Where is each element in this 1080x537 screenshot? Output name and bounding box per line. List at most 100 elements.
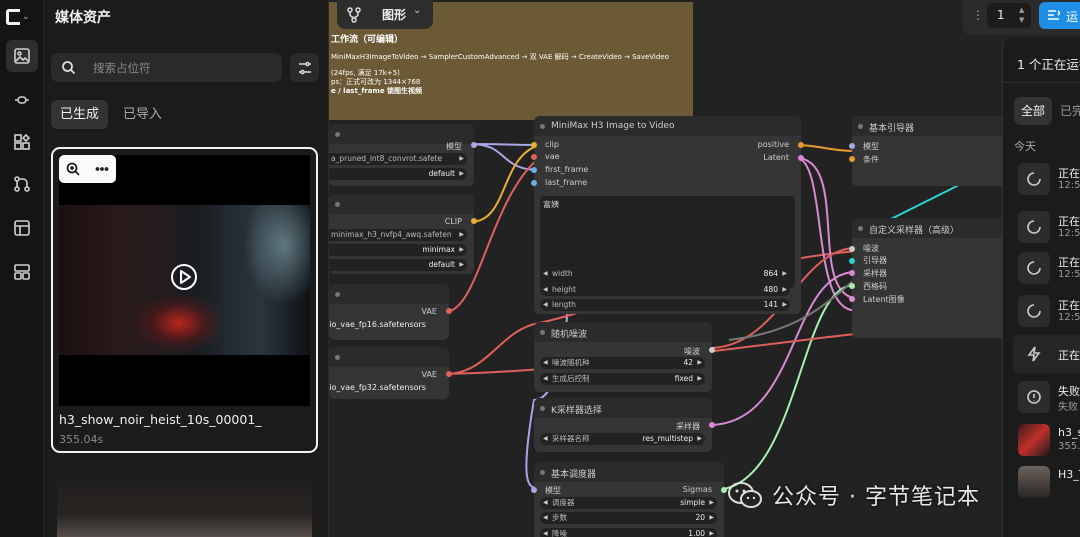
vae-loader-node-2[interactable]: VAE lio_vae_fp32.safetensors xyxy=(329,347,452,399)
clip-loader-node[interactable]: CLIP minimax_h3_nvfp4_awq.safeten minima… xyxy=(329,194,477,274)
custom-sampler-node[interactable]: 自定义采样器（高级） 噪波 引导器 采样器 西格码 Latent图像 降 xyxy=(849,218,1018,338)
tab-all[interactable]: 全部 xyxy=(1014,97,1052,125)
random-noise-node[interactable]: 随机噪波 噪波 噪波随机种 42 生成后控制 fixed xyxy=(534,322,715,392)
node-title[interactable]: 基本引导器 xyxy=(852,116,1012,136)
widget-value[interactable]: lio_vae_fp16.safetensors xyxy=(329,320,426,329)
output-socket[interactable] xyxy=(471,142,477,148)
output-label: Sigmas xyxy=(682,485,712,494)
run-button[interactable]: 运 xyxy=(1039,2,1080,29)
input-socket[interactable] xyxy=(531,180,537,186)
batch-count-stepper[interactable]: 1 ▲ ▼ xyxy=(987,3,1031,28)
widget-seed[interactable]: 噪波随机种 42 xyxy=(540,357,705,369)
widget-length[interactable]: length 141 xyxy=(540,299,790,311)
image-to-video-node[interactable]: MiniMax H3 Image to Video clip vae first… xyxy=(531,116,804,314)
widget-sampler-name[interactable]: 采样器名称 res_multistep xyxy=(540,433,705,445)
graph-mode-dropdown[interactable]: 图形 ⌄ xyxy=(337,0,433,29)
templates-icon[interactable] xyxy=(6,212,38,244)
widget-control[interactable]: 生成后控制 fixed xyxy=(540,373,705,385)
widget-height[interactable]: height 480 xyxy=(540,284,790,296)
node-title[interactable]: 自定义采样器（高级） xyxy=(852,218,1012,238)
input-socket[interactable] xyxy=(531,154,537,160)
input-socket[interactable] xyxy=(849,143,855,149)
ksampler-select-node[interactable]: K采样器选择 采样器 采样器名称 res_multistep xyxy=(534,398,715,452)
widget-denoise[interactable]: 降噪 1.00 xyxy=(540,528,717,537)
widget[interactable]: default xyxy=(329,168,467,180)
media-card[interactable]: h3_show_noir_heist_10s_00001_ 355.04s xyxy=(51,147,318,453)
icon-rail: ⌄ xyxy=(0,0,44,537)
queue-panel: 1 个正在运行 全部 已完 今天 正在 12:57 正在 12:57 正在 12… xyxy=(1002,38,1080,537)
spinner-icon xyxy=(1018,163,1050,195)
basic-guider-node[interactable]: 基本引导器 模型 条件 引 xyxy=(849,116,1018,186)
output-socket[interactable] xyxy=(709,347,715,353)
output-label: 采样器 xyxy=(676,422,700,431)
nodes-library-icon[interactable] xyxy=(6,84,38,116)
widget[interactable]: minimax_h3_nvfp4_awq.safeten xyxy=(329,229,467,241)
node-title[interactable]: 基本调度器 xyxy=(534,462,724,482)
decrement-icon[interactable]: ▼ xyxy=(1019,16,1024,24)
output-socket[interactable] xyxy=(446,308,452,314)
widget-scheduler[interactable]: 调度器 simple xyxy=(540,497,717,509)
widget[interactable]: minimax xyxy=(329,244,467,256)
app-logo[interactable]: ⌄ xyxy=(6,6,38,28)
video-thumbnail[interactable] xyxy=(59,155,310,406)
input-socket[interactable] xyxy=(849,283,855,289)
media-card-next[interactable] xyxy=(57,467,312,537)
output-socket[interactable] xyxy=(446,371,452,377)
output-socket[interactable] xyxy=(798,155,804,161)
widget[interactable]: a_pruned_int8_convrot.safete xyxy=(329,153,467,165)
tab-completed[interactable]: 已完 xyxy=(1060,102,1080,119)
media-assets-icon[interactable] xyxy=(6,40,38,72)
queue-item[interactable]: 正在 12:57 xyxy=(1013,208,1080,246)
input-socket[interactable] xyxy=(849,156,855,162)
queue-item[interactable]: 正在 12:57 xyxy=(1013,249,1080,287)
output-socket[interactable] xyxy=(798,142,804,148)
output-socket[interactable] xyxy=(709,422,715,428)
input-socket[interactable] xyxy=(849,246,855,252)
graph-canvas[interactable]: 工作流（可编辑） MiniMaxH3ImageToVideo → Sampler… xyxy=(329,0,1080,537)
search-input[interactable]: 搜索占位符 xyxy=(51,53,282,82)
widget-value[interactable]: lio_vae_fp32.safetensors xyxy=(329,383,426,392)
increment-icon[interactable]: ▲ xyxy=(1019,6,1024,14)
widget-value: 42 xyxy=(683,358,693,367)
vae-loader-node[interactable]: VAE lio_vae_fp16.safetensors xyxy=(329,284,452,340)
graph-icon xyxy=(347,7,361,23)
extensions-icon[interactable] xyxy=(6,126,38,158)
model-loader-node[interactable]: 模型 a_pruned_int8_convrot.safete default xyxy=(329,124,477,186)
input-label: 噪波 xyxy=(863,244,879,253)
node-title[interactable]: 随机噪波 xyxy=(534,322,712,342)
zoom-in-icon[interactable] xyxy=(66,162,80,176)
widget[interactable]: default xyxy=(329,259,467,271)
widget-width[interactable]: width 864 xyxy=(540,268,790,280)
tab-imported[interactable]: 已导入 xyxy=(114,100,171,129)
queue-item[interactable]: 正在 12:57 xyxy=(1013,160,1080,198)
queue-item-running[interactable]: 正在 xyxy=(1013,335,1080,373)
filter-button[interactable] xyxy=(290,53,319,82)
queue-item-failed[interactable]: 失败 失败 xyxy=(1013,378,1080,416)
queue-item-time: 12:57 xyxy=(1058,312,1080,323)
workflows-icon[interactable] xyxy=(6,168,38,200)
input-socket[interactable] xyxy=(849,296,855,302)
layouts-icon[interactable] xyxy=(6,256,38,288)
input-socket[interactable] xyxy=(849,270,855,276)
widget-key: 调度器 xyxy=(552,498,575,507)
node-title[interactable]: MiniMax H3 Image to Video xyxy=(534,116,801,136)
widget-value: 141 xyxy=(763,300,778,309)
input-socket[interactable] xyxy=(531,167,537,173)
widget-steps[interactable]: 步数 20 xyxy=(540,512,717,524)
widget-value: 20 xyxy=(695,513,705,522)
widget-key: length xyxy=(552,300,576,309)
input-socket[interactable] xyxy=(531,487,537,493)
output-socket[interactable] xyxy=(471,218,477,224)
node-title[interactable]: K采样器选择 xyxy=(534,398,712,418)
queue-item-time: 12:57 xyxy=(1058,180,1080,191)
queue-item-output[interactable]: H3_T xyxy=(1013,463,1080,501)
queue-item[interactable]: 正在 12:57 xyxy=(1013,292,1080,330)
more-icon[interactable] xyxy=(95,162,109,176)
queue-item-output[interactable]: h3_s 355.0 xyxy=(1013,421,1080,459)
input-socket[interactable] xyxy=(849,258,855,264)
play-icon[interactable] xyxy=(169,262,199,292)
basic-scheduler-node[interactable]: 基本调度器 模型 Sigmas 调度器 simple 步数 20 降噪 1.00 xyxy=(531,462,727,537)
queue-item-status: 正在 xyxy=(1058,349,1080,362)
input-socket[interactable] xyxy=(531,142,537,148)
tab-generated[interactable]: 已生成 xyxy=(51,100,109,129)
